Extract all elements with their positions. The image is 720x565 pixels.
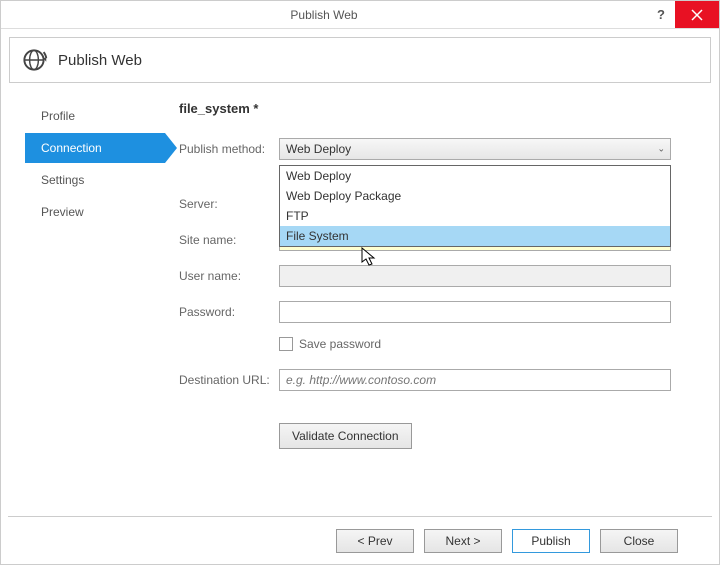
desturl-input[interactable] bbox=[279, 369, 671, 391]
chevron-down-icon: ⌄ bbox=[657, 144, 665, 155]
sidebar-item-label: Preview bbox=[41, 205, 84, 219]
close-button[interactable]: Close bbox=[600, 529, 678, 553]
window-controls: ? bbox=[647, 1, 719, 28]
validate-connection-button[interactable]: Validate Connection bbox=[279, 423, 412, 449]
password-input[interactable] bbox=[279, 301, 671, 323]
help-button[interactable]: ? bbox=[647, 1, 675, 28]
dropdown-option-ftp[interactable]: FTP bbox=[280, 206, 670, 226]
save-password-label: Save password bbox=[299, 337, 381, 351]
publish-method-dropdown: Web Deploy Web Deploy Package FTP File S… bbox=[279, 165, 671, 247]
username-input[interactable] bbox=[279, 265, 671, 287]
publish-method-label: Publish method: bbox=[179, 142, 279, 156]
password-label: Password: bbox=[179, 305, 279, 319]
header-band: Publish Web bbox=[9, 37, 711, 83]
dropdown-option-web-deploy-package[interactable]: Web Deploy Package bbox=[280, 186, 670, 206]
prev-button[interactable]: < Prev bbox=[336, 529, 414, 553]
footer: < Prev Next > Publish Close bbox=[8, 516, 712, 553]
publish-method-select[interactable]: Web Deploy ⌄ bbox=[279, 138, 671, 160]
globe-publish-icon bbox=[20, 46, 48, 74]
dropdown-option-file-system[interactable]: File System bbox=[280, 226, 670, 246]
server-label: Server: bbox=[179, 197, 279, 211]
header-title: Publish Web bbox=[58, 52, 142, 69]
sitename-label: Site name: bbox=[179, 233, 279, 247]
sidebar-item-label: Connection bbox=[41, 141, 102, 155]
username-label: User name: bbox=[179, 269, 279, 283]
publish-method-value: Web Deploy bbox=[286, 142, 351, 156]
main-panel: file_system * Publish method: Web Deploy… bbox=[179, 101, 711, 449]
dropdown-option-web-deploy[interactable]: Web Deploy bbox=[280, 166, 670, 186]
close-icon bbox=[691, 9, 703, 21]
close-window-button[interactable] bbox=[675, 1, 719, 28]
sidebar: Profile Connection Settings Preview bbox=[9, 101, 179, 449]
publish-button[interactable]: Publish bbox=[512, 529, 590, 553]
desturl-label: Destination URL: bbox=[179, 373, 279, 387]
window-title: Publish Web bbox=[1, 8, 647, 22]
sidebar-item-settings[interactable]: Settings bbox=[37, 165, 179, 195]
sidebar-item-label: Profile bbox=[41, 109, 75, 123]
sidebar-item-label: Settings bbox=[41, 173, 84, 187]
sidebar-item-connection[interactable]: Connection bbox=[25, 133, 165, 163]
titlebar: Publish Web ? bbox=[1, 1, 719, 29]
next-button[interactable]: Next > bbox=[424, 529, 502, 553]
sidebar-item-preview[interactable]: Preview bbox=[37, 197, 179, 227]
profile-name: file_system * bbox=[179, 101, 671, 116]
sidebar-item-profile[interactable]: Profile bbox=[37, 101, 179, 131]
save-password-checkbox[interactable] bbox=[279, 337, 293, 351]
